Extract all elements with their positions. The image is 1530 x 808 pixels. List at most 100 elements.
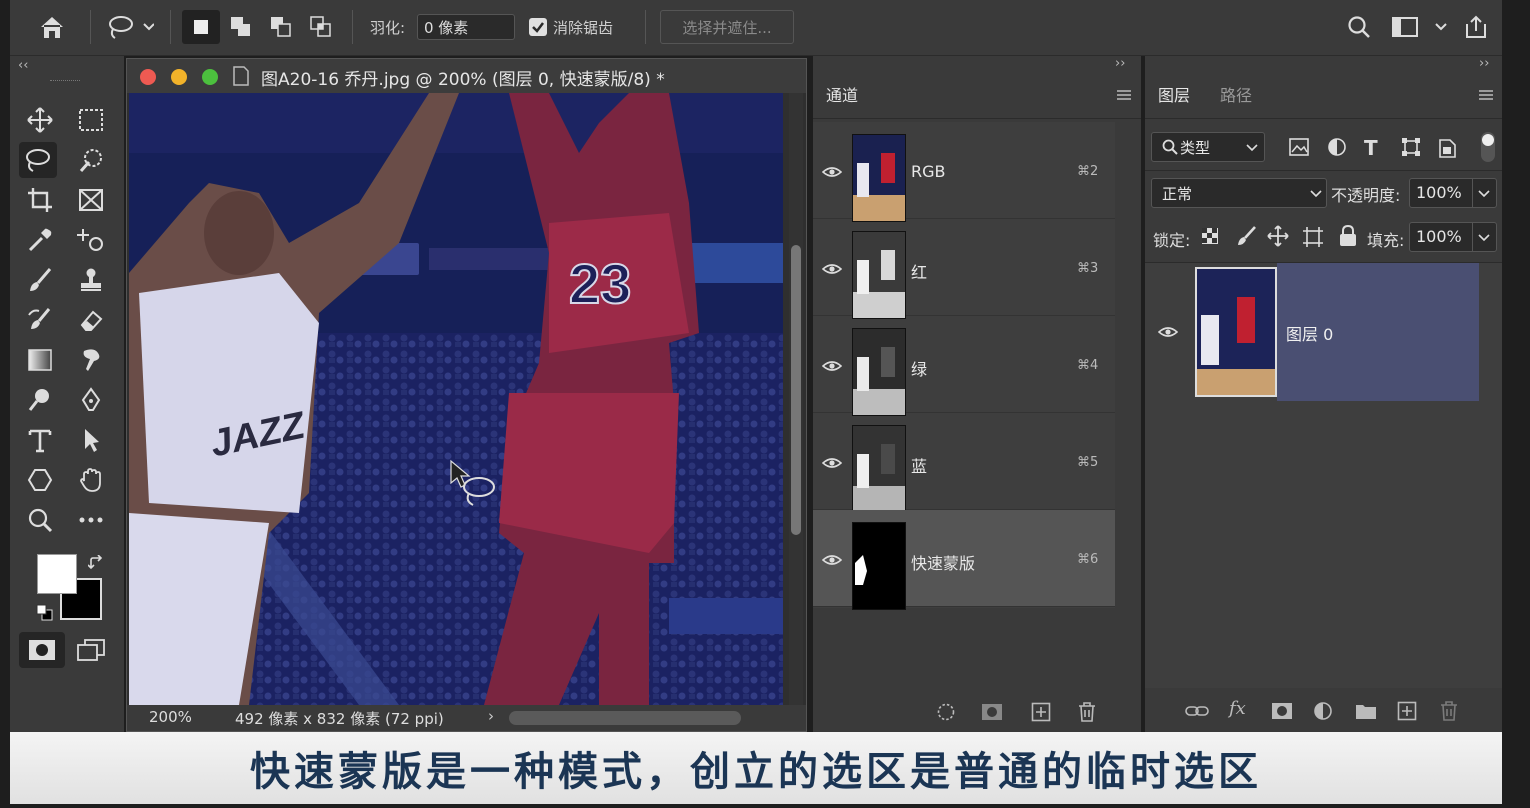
eyedropper-tool-icon[interactable] [21,222,59,258]
channel-rgb[interactable]: RGB ⌘2 [813,122,1115,222]
intersect-selection-icon[interactable] [304,10,338,44]
visibility-eye-icon[interactable] [822,554,842,566]
horizontal-scroll-thumb[interactable] [509,711,741,725]
filter-shape-icon[interactable] [1401,137,1421,157]
status-menu-arrow-icon[interactable]: › [488,707,494,725]
lock-all-icon[interactable] [1339,225,1357,247]
gradient-tool-icon[interactable] [21,342,59,378]
stamp-tool-icon[interactable] [72,262,110,298]
crop-tool-icon[interactable] [21,182,59,218]
layers-list: 图层 0 [1145,263,1502,688]
opacity-input[interactable]: 100% [1409,178,1497,208]
shape-tool-icon[interactable] [21,462,59,498]
filter-smart-object-icon[interactable] [1439,136,1457,158]
link-layers-icon[interactable] [1185,703,1209,719]
lock-position-icon[interactable] [1267,225,1289,247]
blend-mode-select[interactable]: 正常 [1151,178,1327,208]
layer-filter-select[interactable]: 类型 [1151,132,1265,162]
close-icon[interactable] [140,69,156,85]
document-title: 图A20-16 乔丹.jpg @ 200% (图层 0, 快速蒙版/8) * [261,70,665,90]
more-tools-icon[interactable] [72,502,110,538]
swap-colors-icon[interactable] [88,555,104,571]
foreground-color-swatch[interactable] [37,554,77,594]
visibility-eye-icon[interactable] [822,263,842,275]
add-layer-mask-icon[interactable] [1271,702,1293,720]
history-brush-tool-icon[interactable] [21,302,59,338]
screen-mode-icon[interactable] [72,632,110,668]
feather-input[interactable]: 0 像素 [417,14,515,40]
new-adjustment-layer-icon[interactable] [1313,701,1335,723]
default-colors-icon[interactable] [36,604,54,622]
brush-tool-icon[interactable] [21,262,59,298]
subtract-from-selection-icon[interactable] [264,10,298,44]
delete-channel-icon[interactable] [1077,701,1097,723]
new-channel-icon[interactable] [1031,702,1051,722]
share-icon[interactable] [1460,10,1492,44]
channel-green[interactable]: 绿 ⌘4 [813,316,1115,416]
frame-tool-icon[interactable] [72,182,110,218]
marquee-tool-icon[interactable] [72,102,110,138]
panel-expand-icon[interactable]: ›› [1479,56,1489,71]
lasso-tool-preset-icon[interactable] [100,10,158,44]
search-icon[interactable] [1344,10,1374,44]
layers-panel-menu-icon[interactable] [1477,88,1495,102]
panel-expand-icon[interactable]: ›› [1115,56,1125,71]
move-tool-icon[interactable] [21,102,59,138]
pen-tool-icon[interactable] [72,382,110,418]
visibility-eye-icon[interactable] [1158,326,1178,338]
zoom-tool-icon[interactable] [21,502,59,538]
document-titlebar[interactable]: 图A20-16 乔丹.jpg @ 200% (图层 0, 快速蒙版/8) * [127,59,806,93]
channel-red[interactable]: 红 ⌘3 [813,219,1115,319]
color-sampler-tool-icon[interactable] [72,222,110,258]
filter-pixel-icon[interactable] [1289,138,1309,156]
tab-paths[interactable]: 路径 [1207,74,1265,118]
channels-panel-menu-icon[interactable] [1115,88,1133,102]
image-canvas[interactable]: 23 JAZZ [129,93,783,705]
lasso-tool-icon[interactable] [19,142,57,178]
new-selection-icon[interactable] [182,10,220,44]
type-tool-icon[interactable] [21,422,59,458]
dodge-tool-icon[interactable] [21,382,59,418]
fill-input[interactable]: 100% [1409,222,1497,252]
lock-artboard-icon[interactable] [1302,226,1324,248]
maximize-icon[interactable] [202,69,218,85]
layer-effects-icon[interactable]: fx [1229,698,1246,719]
home-icon[interactable] [32,10,72,44]
save-selection-as-channel-icon[interactable] [981,703,1003,721]
lock-image-pixels-icon[interactable] [1235,225,1257,247]
visibility-eye-icon[interactable] [822,457,842,469]
antialias-checkbox[interactable] [529,18,547,36]
vertical-scrollbar[interactable] [789,93,803,705]
delete-layer-icon[interactable] [1439,700,1459,722]
channel-blue[interactable]: 蓝 ⌘5 [813,413,1115,513]
load-channel-as-selection-icon[interactable] [936,702,956,722]
workspace-icon[interactable] [1388,10,1454,44]
filter-type-icon[interactable]: T [1364,136,1378,160]
grip-handle[interactable] [50,80,80,84]
visibility-eye-icon[interactable] [822,360,842,372]
path-selection-tool-icon[interactable] [72,422,110,458]
channel-quick-mask[interactable]: 快速蒙版 ⌘6 [813,510,1115,610]
hand-tool-icon[interactable] [72,462,110,498]
layer-row[interactable]: 图层 0 [1145,263,1479,401]
smudge-tool-icon[interactable] [72,342,110,378]
filter-adjustment-icon[interactable] [1327,137,1347,157]
tab-channels[interactable]: 通道 [813,74,872,118]
minimize-icon[interactable] [171,69,187,85]
new-group-icon[interactable] [1355,702,1377,720]
tab-layers[interactable]: 图层 [1145,74,1204,118]
lock-transparent-pixels-icon[interactable] [1201,227,1219,245]
add-to-selection-icon[interactable] [224,10,258,44]
quick-mask-mode-icon[interactable] [19,632,65,668]
zoom-level[interactable]: 200% [149,708,192,726]
quick-selection-tool-icon[interactable] [72,142,110,178]
new-layer-icon[interactable] [1397,701,1417,721]
vertical-scroll-thumb[interactable] [791,245,801,535]
fill-label: 填充: [1367,231,1405,250]
eraser-tool-icon[interactable] [72,302,110,338]
collapse-icon[interactable]: ‹‹ [18,58,28,73]
select-and-mask-button[interactable]: 选择并遮住... [660,10,794,44]
visibility-eye-icon[interactable] [822,166,842,178]
layer-name[interactable]: 图层 0 [1286,321,1333,345]
filter-toggle[interactable] [1481,132,1495,162]
